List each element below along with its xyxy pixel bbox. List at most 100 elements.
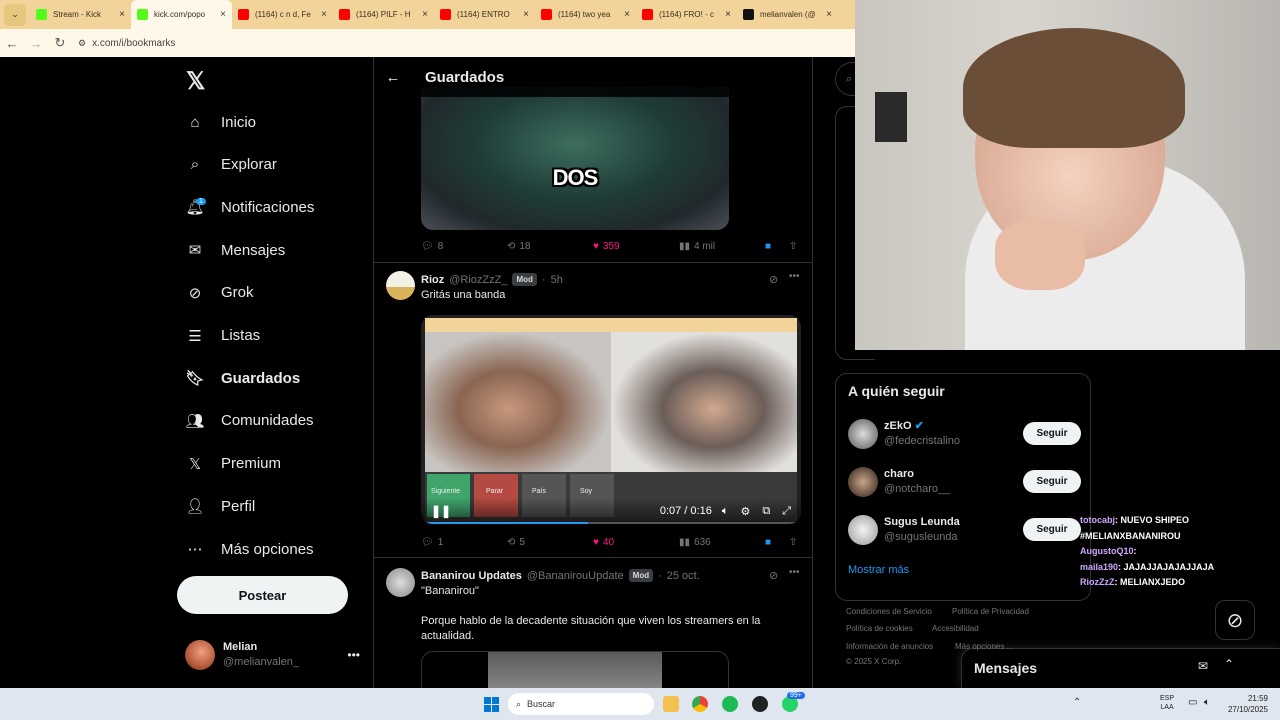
tray-volume-icon[interactable]: 🔈︎ xyxy=(1204,697,1210,708)
pause-icon[interactable]: ❚❚ xyxy=(431,504,451,518)
close-icon[interactable]: × xyxy=(422,9,428,20)
browser-tab[interactable]: (1164) FRO! - c × xyxy=(636,0,737,29)
back-icon[interactable]: ← xyxy=(0,36,24,51)
close-icon[interactable]: × xyxy=(624,9,630,20)
fullscreen-icon[interactable]: ⤢ xyxy=(782,505,791,518)
footer-link[interactable]: Información de anuncios xyxy=(846,642,933,651)
url-field[interactable]: ⚙ x.com/i/bookmarks xyxy=(78,38,175,49)
bookmark-button[interactable]: ■ xyxy=(765,537,771,548)
nav-item-inicio[interactable]: ⌂ Inicio xyxy=(185,107,256,137)
video-player[interactable]: Siguiente Parar País Soy ❚❚ 0:07 / 0:16 … xyxy=(421,315,801,524)
obs-icon[interactable] xyxy=(752,696,768,712)
x-logo-icon[interactable]: 𝕏 xyxy=(186,67,205,96)
windows-start-icon[interactable] xyxy=(484,697,499,712)
views-button[interactable]: ▮▮ 4 mil xyxy=(679,241,715,252)
footer-link[interactable]: Condiciones de Servicio xyxy=(846,607,932,616)
follow-suggestion[interactable]: Sugus Leunda @sugusleunda Seguir xyxy=(848,510,1088,550)
close-icon[interactable]: × xyxy=(523,9,529,20)
close-icon[interactable]: × xyxy=(119,9,125,20)
browser-tab[interactable]: (1164) PILF - H × xyxy=(333,0,434,29)
tweet-handle[interactable]: @RiozZzZ_ xyxy=(449,274,507,286)
tweet-handle[interactable]: @BananirouUpdate xyxy=(527,570,624,582)
grok-icon[interactable]: ⊘ xyxy=(769,273,778,286)
more-icon[interactable]: ••• xyxy=(789,567,800,578)
footer-link[interactable]: Política de cookies xyxy=(846,624,913,633)
follow-button[interactable]: Seguir xyxy=(1023,470,1081,493)
browser-tab[interactable]: melianvalen (@ × xyxy=(737,0,838,29)
pip-icon[interactable]: ⧉ xyxy=(762,505,770,518)
follow-suggestion[interactable]: charo @notcharo__ Seguir xyxy=(848,462,1088,502)
nav-item-premium[interactable]: 𝕏 Premium xyxy=(185,449,281,479)
account-switcher[interactable]: Melian @melianvalen_ ••• xyxy=(185,638,360,672)
file-explorer-icon[interactable] xyxy=(663,696,679,712)
close-icon[interactable]: × xyxy=(321,9,327,20)
nav-item-mensajes[interactable]: ✉ Mensajes xyxy=(185,235,286,265)
nav-item-guardados[interactable]: 🔖︎ Guardados xyxy=(185,363,300,393)
new-message-icon[interactable]: ✉ xyxy=(1198,659,1208,673)
tweet-video[interactable]: DOS xyxy=(421,87,729,230)
close-icon[interactable]: × xyxy=(220,9,226,20)
nav-item-explorar[interactable]: ⌕ Explorar xyxy=(185,150,277,180)
reply-button[interactable]: 💬︎ 1 xyxy=(421,537,443,548)
volume-icon[interactable]: 🔈︎ xyxy=(722,505,729,518)
follow-suggestion[interactable]: zEkO ✔ @fedecristalino Seguir xyxy=(848,414,1088,454)
like-button[interactable]: ♥ 359 xyxy=(593,241,620,252)
chrome-icon[interactable] xyxy=(692,696,708,712)
more-icon[interactable]: ••• xyxy=(347,648,360,662)
post-button[interactable]: Postear xyxy=(177,576,348,614)
browser-tab[interactable]: (1164) ENTRO × xyxy=(434,0,535,29)
share-button[interactable]: ⇧ xyxy=(789,241,797,252)
chevron-up-icon[interactable]: ⌃ xyxy=(1224,657,1234,671)
tray-chevron-icon[interactable]: ⌃ xyxy=(1073,697,1081,708)
nav-item-mas-opciones[interactable]: ⋯ Más opciones xyxy=(185,534,314,564)
reload-icon[interactable]: ↻ xyxy=(48,35,72,51)
tweet-avatar[interactable] xyxy=(386,271,415,300)
like-button[interactable]: ♥ 40 xyxy=(593,537,614,548)
nav-item-comunidades[interactable]: 👥︎ Comunidades xyxy=(185,406,313,436)
browser-tab[interactable]: Stream - Kick × xyxy=(30,0,131,29)
close-icon[interactable]: × xyxy=(725,9,731,20)
nav-item-grok[interactable]: ⊘ Grok xyxy=(185,278,254,308)
tray-clock[interactable]: 21:59 27/10/2025 xyxy=(1222,693,1268,715)
nav-item-perfil[interactable]: 👤︎ Perfil xyxy=(185,491,255,521)
repost-button[interactable]: ⟲ 5 xyxy=(507,537,525,548)
close-icon[interactable]: × xyxy=(826,9,832,20)
footer-link[interactable]: Más opciones ... xyxy=(955,642,1013,651)
back-arrow-icon[interactable]: ← xyxy=(374,69,412,86)
footer-link[interactable]: Política de Privacidad xyxy=(952,607,1029,616)
tab-search-button[interactable]: ⌄ xyxy=(4,3,26,26)
site-info-icon[interactable]: ⚙ xyxy=(78,38,86,49)
tweet-avatar[interactable] xyxy=(386,568,415,597)
taskbar-search[interactable]: ⌕ Buscar xyxy=(508,693,654,715)
tweet-author[interactable]: Rioz xyxy=(421,274,444,286)
nav-item-notificaciones[interactable]: 🔔︎ 1 Notificaciones xyxy=(185,192,314,222)
video-progress[interactable] xyxy=(421,522,801,524)
url-text: x.com/i/bookmarks xyxy=(92,37,176,49)
tweet-media[interactable] xyxy=(421,651,729,688)
browser-tab[interactable]: (1164) c n d, Fe × xyxy=(232,0,333,29)
messages-drawer[interactable]: Mensajes ✉ ⌃ xyxy=(961,648,1280,688)
settings-icon[interactable]: ⚙ xyxy=(740,505,750,518)
nav-item-listas[interactable]: ☰ Listas xyxy=(185,321,260,351)
more-icon[interactable]: ••• xyxy=(789,271,800,282)
browser-tab[interactable]: (1164) two yea × xyxy=(535,0,636,29)
follow-button[interactable]: Seguir xyxy=(1023,518,1081,541)
spotify-icon[interactable] xyxy=(722,696,738,712)
reply-button[interactable]: 💬︎ 8 xyxy=(421,241,443,252)
tray-lang[interactable]: ESP LAA xyxy=(1160,694,1174,712)
show-more-link[interactable]: Mostrar más xyxy=(848,564,909,576)
views-button[interactable]: ▮▮ 636 xyxy=(679,537,711,548)
follow-button[interactable]: Seguir xyxy=(1023,422,1081,445)
bookmark-button[interactable]: ■ xyxy=(765,241,771,252)
tweet-time[interactable]: 25 oct. xyxy=(667,570,700,582)
repost-button[interactable]: ⟲ 18 xyxy=(507,241,531,252)
footer-link[interactable]: Accesibilidad xyxy=(932,624,979,633)
grok-floating-button[interactable]: ⊘ xyxy=(1215,600,1255,640)
tweet-time[interactable]: 5h xyxy=(551,274,563,286)
tray-network-icon[interactable]: ▭ xyxy=(1188,697,1197,708)
share-button[interactable]: ⇧ xyxy=(789,537,797,548)
browser-tab[interactable]: kick.com/popo × xyxy=(131,0,232,29)
tweet-author[interactable]: Bananirou Updates xyxy=(421,570,522,582)
grok-icon[interactable]: ⊘ xyxy=(769,569,778,582)
forward-icon[interactable]: → xyxy=(24,36,48,51)
